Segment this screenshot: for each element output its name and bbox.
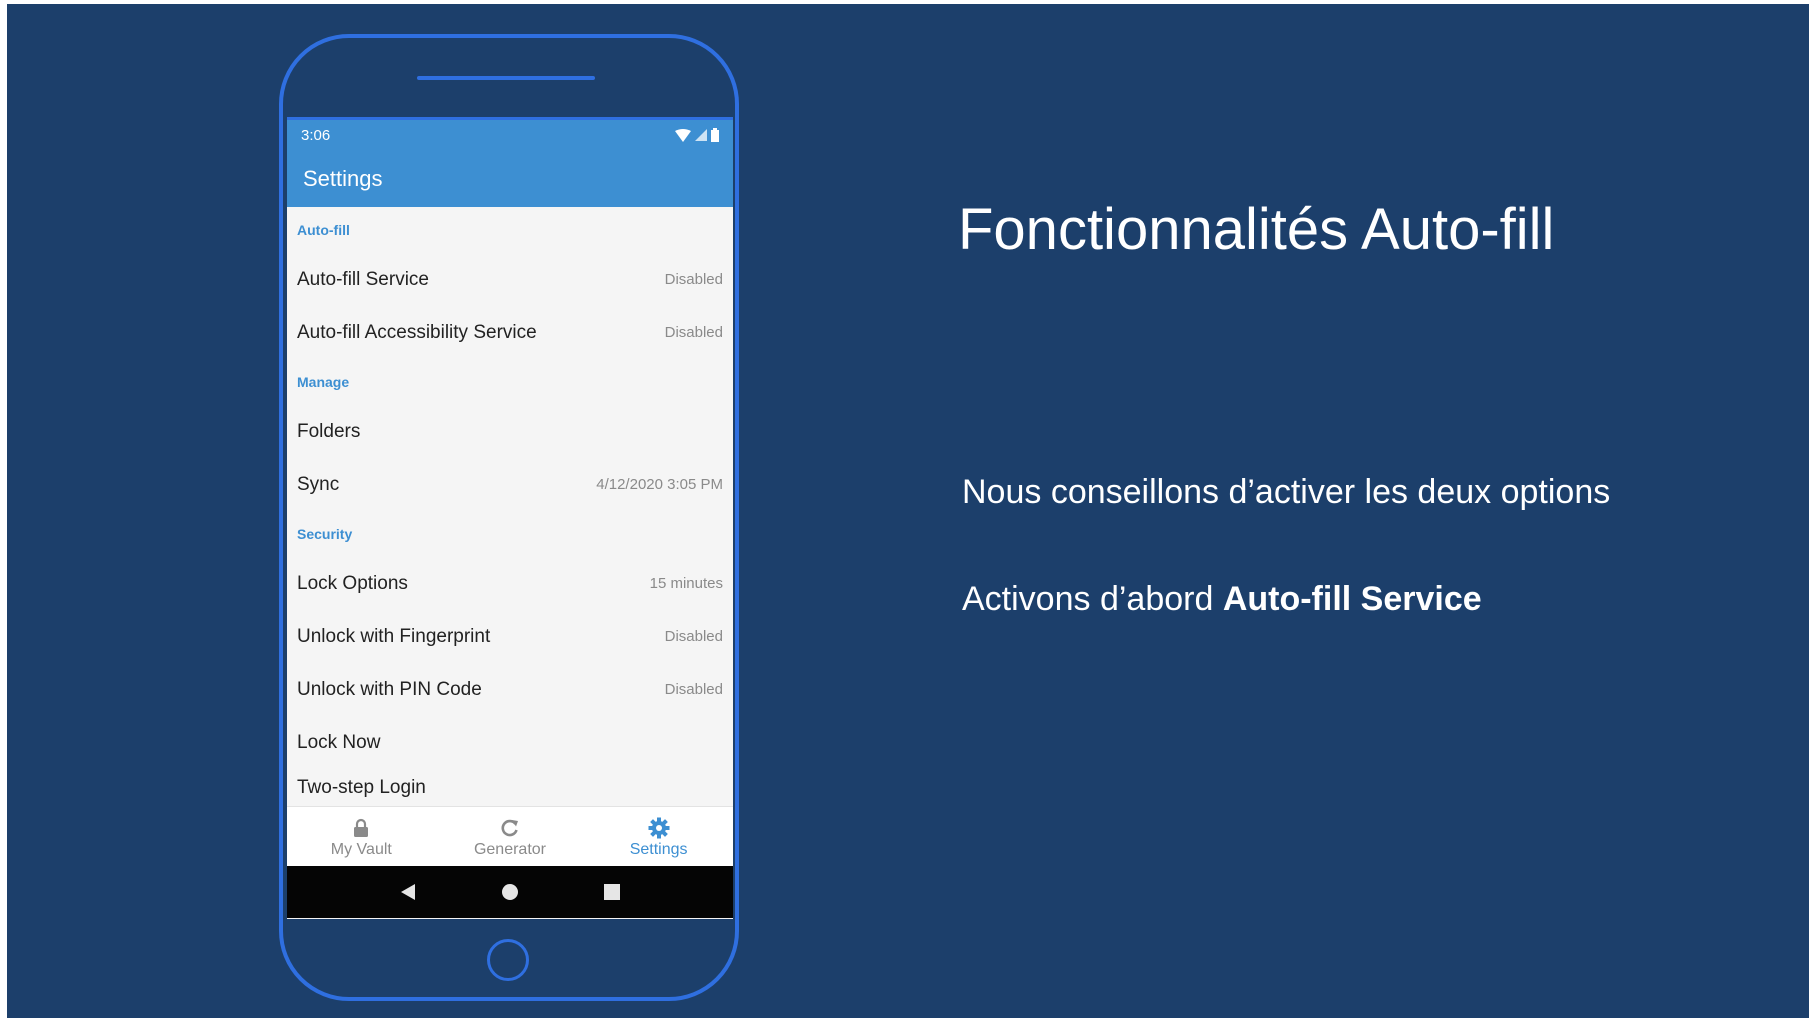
battery-icon [711,128,719,142]
setting-label: Lock Now [297,731,381,753]
wifi-icon [675,128,691,142]
slide-text-recommendation: Nous conseillons d’activer les deux opti… [962,473,1611,511]
setting-folders[interactable]: Folders [287,405,733,458]
tab-label: My Vault [330,840,392,858]
tab-my-vault[interactable]: My Vault [288,815,435,859]
tab-label: Settings [629,840,688,858]
lock-icon [353,815,369,841]
slide-title: Fonctionnalités Auto-fill [958,197,1555,262]
section-header-manage: Manage [297,374,350,390]
status-bar: 3:06 [287,120,733,150]
android-nav-bar [287,866,733,918]
home-icon[interactable] [501,883,519,901]
setting-unlock-fingerprint[interactable]: Unlock with Fingerprint Disabled [287,610,733,663]
setting-lock-now[interactable]: Lock Now [287,716,733,769]
settings-list[interactable]: Auto-fill Auto-fill Service Disabled Aut… [287,207,733,806]
phone-frame: 3:06 Settings Auto-fill Auto-fill Servic… [279,34,739,1001]
recents-icon[interactable] [603,883,621,901]
refresh-icon [500,815,520,841]
setting-value: 4/12/2020 3:05 PM [596,476,723,493]
section-header-autofill: Auto-fill [297,222,350,238]
app-bar: Settings [287,150,733,207]
signal-icon [695,129,707,141]
phone-speaker [417,76,595,80]
setting-lock-options[interactable]: Lock Options 15 minutes [287,557,733,610]
setting-label: Unlock with PIN Code [297,678,482,700]
setting-value: Disabled [664,628,723,645]
setting-two-step-login[interactable]: Two-step Login [287,769,733,799]
setting-sync[interactable]: Sync 4/12/2020 3:05 PM [287,458,733,511]
phone-home-button [487,939,529,981]
status-icons [675,128,719,142]
back-icon[interactable] [399,883,417,901]
instruction-prefix: Activons d’abord [962,580,1223,618]
setting-label: Folders [297,420,361,442]
instruction-emphasis: Auto-fill Service [1222,580,1482,618]
setting-value: Disabled [664,681,723,698]
setting-value: Disabled [664,271,723,288]
bottom-tab-bar: My Vault Generator Settings [287,806,733,866]
slide: 3:06 Settings Auto-fill Auto-fill Servic… [7,4,1809,1018]
section-header-security: Security [297,526,353,542]
setting-label: Two-step Login [297,777,426,798]
setting-autofill-accessibility-service[interactable]: Auto-fill Accessibility Service Disabled [287,306,733,359]
status-time: 3:06 [301,126,331,144]
setting-autofill-service[interactable]: Auto-fill Service Disabled [287,253,733,306]
setting-label: Auto-fill Accessibility Service [297,321,537,343]
setting-label: Unlock with Fingerprint [297,625,491,647]
tab-settings[interactable]: Settings [585,815,732,859]
page-title: Settings [303,165,383,191]
gear-icon [648,815,670,841]
setting-label: Auto-fill Service [297,268,429,290]
setting-value: Disabled [664,324,723,341]
setting-label: Sync [297,473,340,495]
phone-screen: 3:06 Settings Auto-fill Auto-fill Servic… [287,117,733,919]
slide-text-instruction: Activons d’abord Auto-fill Service [962,580,1482,619]
tab-label: Generator [473,840,546,858]
tab-generator[interactable]: Generator [436,815,583,859]
setting-label: Lock Options [297,572,408,594]
setting-value: 15 minutes [649,575,723,592]
setting-unlock-pin[interactable]: Unlock with PIN Code Disabled [287,663,733,716]
